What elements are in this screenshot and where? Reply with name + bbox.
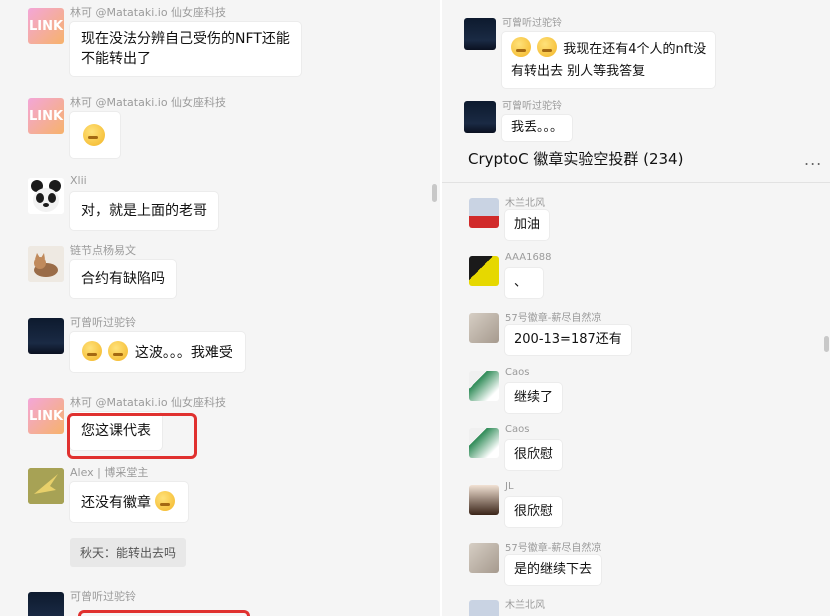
avatar-logo-text: LINK	[28, 108, 64, 124]
group-title: CryptoC 徽章实验空投群 (234)	[468, 150, 684, 168]
message-text: 合约有缺陷吗	[81, 271, 165, 287]
message-bubble[interactable]: 继续了	[505, 383, 563, 413]
avatar[interactable]	[464, 101, 496, 133]
sender-name: Xlii	[70, 174, 87, 187]
sender-name: 可曾听过驼铃	[70, 316, 136, 329]
avatar[interactable]	[469, 313, 499, 343]
message-text: 是的继续下去	[514, 562, 593, 577]
crying-emoji-icon	[108, 341, 129, 361]
message-bubble[interactable]: 200-13=187还有	[505, 325, 631, 355]
message-bubble[interactable]: 现在没法分辨自己受伤的NFT还能 不能转出了	[70, 22, 301, 76]
left-chat-pane[interactable]: LINK 林可 @Matataki.io 仙女座科技 现在没法分辨自己受伤的NF…	[0, 0, 442, 616]
panda-icon	[28, 178, 64, 214]
crying-emoji-icon	[511, 37, 531, 57]
sender-name: Caos	[505, 367, 530, 378]
message-bubble[interactable]: 很欣慰	[505, 497, 563, 527]
avatar[interactable]	[28, 318, 64, 354]
red-highlight-box	[78, 610, 250, 616]
red-highlight-box	[67, 413, 197, 459]
message-text: 我丢。。。	[511, 120, 564, 135]
screenshot-root: LINK 林可 @Matataki.io 仙女座科技 现在没法分辨自己受伤的NF…	[0, 0, 830, 616]
sender-name: 57号徽章-薪尽自然凉	[505, 313, 602, 324]
avatar[interactable]	[469, 371, 499, 401]
message-text: 加油	[514, 217, 541, 232]
sender-name: Caos	[505, 424, 530, 435]
avatar[interactable]	[28, 178, 64, 214]
message-text: 这波。。。我难受	[134, 345, 233, 361]
sender-name: 可曾听过驼铃	[70, 590, 136, 603]
message-text: 200-13=187还有	[514, 332, 622, 347]
sender-name: 可曾听过驼铃	[502, 18, 562, 29]
avatar[interactable]	[28, 592, 64, 616]
avatar[interactable]	[469, 543, 499, 573]
laugh-cry-emoji-icon	[155, 491, 176, 511]
avatar[interactable]	[464, 18, 496, 50]
avatar[interactable]: LINK	[28, 8, 64, 44]
message-text: 现在没法分辨自己受伤的NFT还能	[81, 31, 290, 47]
message-text: 很欣慰	[514, 447, 554, 462]
message-bubble[interactable]: 这波。。。我难受	[70, 332, 245, 372]
message-bubble[interactable]: 很欣慰	[505, 440, 563, 470]
avatar-logo-text: LINK	[28, 18, 64, 34]
crying-emoji-icon	[82, 341, 102, 361]
crying-emoji-icon	[537, 37, 558, 57]
sender-name: 林可 @Matataki.io 仙女座科技	[70, 6, 227, 19]
message-bubble[interactable]	[70, 112, 120, 158]
scrollbar-thumb[interactable]	[432, 184, 437, 202]
avatar-logo-text: LINK	[28, 408, 64, 424]
avatar[interactable]	[28, 468, 64, 504]
sender-name: 木兰北风	[505, 600, 545, 611]
sender-name: JL	[505, 481, 514, 492]
sender-name: 57号徽章-薪尽自然凉	[505, 543, 602, 554]
avatar[interactable]	[469, 198, 499, 228]
sender-name: Alex | 博采堂主	[70, 466, 149, 479]
message-text: 很欣慰	[514, 504, 554, 519]
message-text: 对，就是上面的老哥	[81, 203, 207, 219]
sender-name: AAA1688	[505, 252, 552, 263]
sender-name: 可曾听过驼铃	[502, 101, 562, 112]
avatar[interactable]: LINK	[28, 398, 64, 434]
message-text: 有转出去 别人等我答复	[511, 64, 646, 79]
laugh-cry-emoji-icon	[83, 124, 105, 146]
message-bubble[interactable]: 合约有缺陷吗	[70, 260, 176, 298]
message-bubble[interactable]: 我丢。。。	[502, 115, 573, 141]
sender-name: 林可 @Matataki.io 仙女座科技	[70, 96, 227, 109]
avatar[interactable]	[469, 256, 499, 286]
message-text: 继续了	[514, 390, 554, 405]
avatar[interactable]	[469, 485, 499, 515]
header-divider	[442, 182, 830, 183]
sender-name: 木兰北风	[505, 198, 545, 209]
cat-icon	[28, 246, 64, 282]
message-text: 、	[514, 275, 528, 290]
message-text: 还没有徽章	[81, 495, 151, 511]
hummingbird-icon	[28, 468, 64, 504]
sender-name: 林可 @Matataki.io 仙女座科技	[70, 396, 227, 409]
scrollbar-thumb[interactable]	[824, 336, 829, 352]
quoted-reply[interactable]: 秋天：能转出去吗	[70, 538, 187, 567]
message-bubble[interactable]: 还没有徽章	[70, 482, 189, 522]
avatar[interactable]	[469, 428, 499, 458]
message-bubble[interactable]: 是的继续下去	[505, 555, 602, 585]
avatar[interactable]	[28, 246, 64, 282]
more-options-icon[interactable]: ...	[804, 150, 822, 169]
sender-name: 链节点杨易文	[70, 244, 136, 257]
message-bubble[interactable]: 、	[505, 268, 543, 298]
right-chat-pane[interactable]: 可曾听过驼铃 我现在还有4个人的nft没 有转出去 别人等我答复 可曾听过驼铃 …	[442, 0, 830, 616]
message-bubble[interactable]: 加油	[505, 210, 550, 240]
message-text: 不能转出了	[81, 51, 151, 67]
message-text: 我现在还有4个人的nft没	[563, 42, 707, 57]
avatar[interactable]: LINK	[28, 98, 64, 134]
message-bubble[interactable]: 我现在还有4个人的nft没 有转出去 别人等我答复	[502, 32, 716, 88]
message-bubble[interactable]: 对，就是上面的老哥	[70, 192, 218, 230]
avatar[interactable]	[469, 600, 499, 616]
